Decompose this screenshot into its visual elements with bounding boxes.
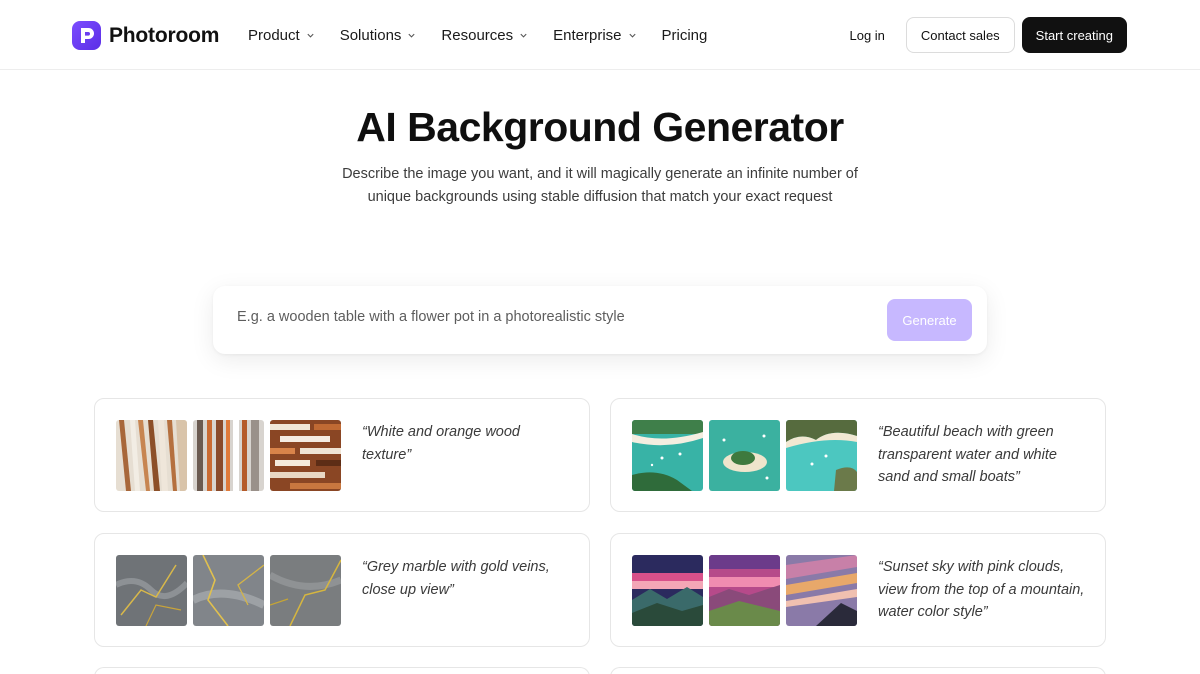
example-card-beach[interactable]: “Beautiful beach with green transparent … [610, 398, 1106, 512]
chevron-down-icon [408, 33, 416, 38]
example-card-marble[interactable]: “Grey marble with gold veins, close up v… [94, 533, 590, 647]
example-card-sunset[interactable]: “Sunset sky with pink clouds, view from … [610, 533, 1106, 647]
marble-image-3 [270, 555, 341, 626]
generate-button[interactable]: Generate [887, 299, 972, 341]
example-caption: “Sunset sky with pink clouds, view from … [878, 559, 1085, 620]
example-thumbnails [116, 555, 347, 626]
menu-resources-label: Resources [441, 26, 514, 44]
start-creating-button[interactable]: Start creating [1021, 17, 1127, 53]
menu-product-label: Product [248, 26, 300, 44]
beach-image-1 [632, 420, 703, 491]
page-title: AI Background Generator [356, 104, 844, 150]
menu-enterprise-label: Enterprise [553, 26, 622, 44]
marble-image-2 [193, 555, 264, 626]
contact-sales-button[interactable]: Contact sales [905, 17, 1015, 53]
example-card-partial [610, 667, 1106, 674]
menu-solutions[interactable]: Solutions [340, 24, 417, 46]
menu-enterprise[interactable]: Enterprise [553, 24, 636, 46]
example-caption: “Beautiful beach with green transparent … [878, 424, 1057, 485]
marble-image-1 [116, 555, 187, 626]
wood-image-2 [193, 420, 264, 491]
chevron-down-icon [520, 33, 527, 38]
example-card-partial [94, 667, 590, 674]
beach-image-3 [786, 420, 857, 491]
brand-name: Photoroom [109, 23, 220, 47]
chevron-down-icon [307, 33, 314, 38]
menu-solutions-label: Solutions [339, 26, 402, 44]
beach-image-2 [709, 420, 780, 491]
wood-image-3 [270, 420, 341, 491]
nav-actions: Log in Contact sales Start creating [849, 17, 1127, 53]
wood-image-1 [116, 420, 187, 491]
sunset-image-3 [786, 555, 857, 626]
login-link[interactable]: Log in [849, 28, 884, 43]
menu-pricing[interactable]: Pricing [662, 24, 708, 46]
prompt-box: Generate [213, 286, 987, 354]
menu-resources[interactable]: Resources [441, 24, 528, 46]
example-thumbnails [632, 420, 863, 491]
main-menu: Product Solutions Resources Enterprise P… [248, 24, 732, 46]
prompt-input[interactable] [237, 309, 857, 325]
chevron-down-icon [628, 33, 636, 38]
example-caption: “Grey marble with gold veins, close up v… [362, 559, 550, 598]
sunset-image-2 [709, 555, 780, 626]
example-thumbnails [116, 420, 347, 491]
sunset-image-1 [632, 555, 703, 626]
example-card-wood[interactable]: “White and orange wood texture” [94, 398, 590, 512]
photoroom-logo-icon [72, 21, 101, 50]
example-caption: “White and orange wood texture” [362, 424, 520, 463]
brand-logo[interactable]: Photoroom [72, 21, 219, 50]
menu-product[interactable]: Product [248, 24, 315, 46]
menu-pricing-label: Pricing [661, 26, 708, 44]
page-subtitle: Describe the image you want, and it will… [342, 166, 858, 205]
example-thumbnails [632, 555, 863, 626]
top-navigation: Photoroom Product Solutions Resources En… [0, 0, 1200, 70]
